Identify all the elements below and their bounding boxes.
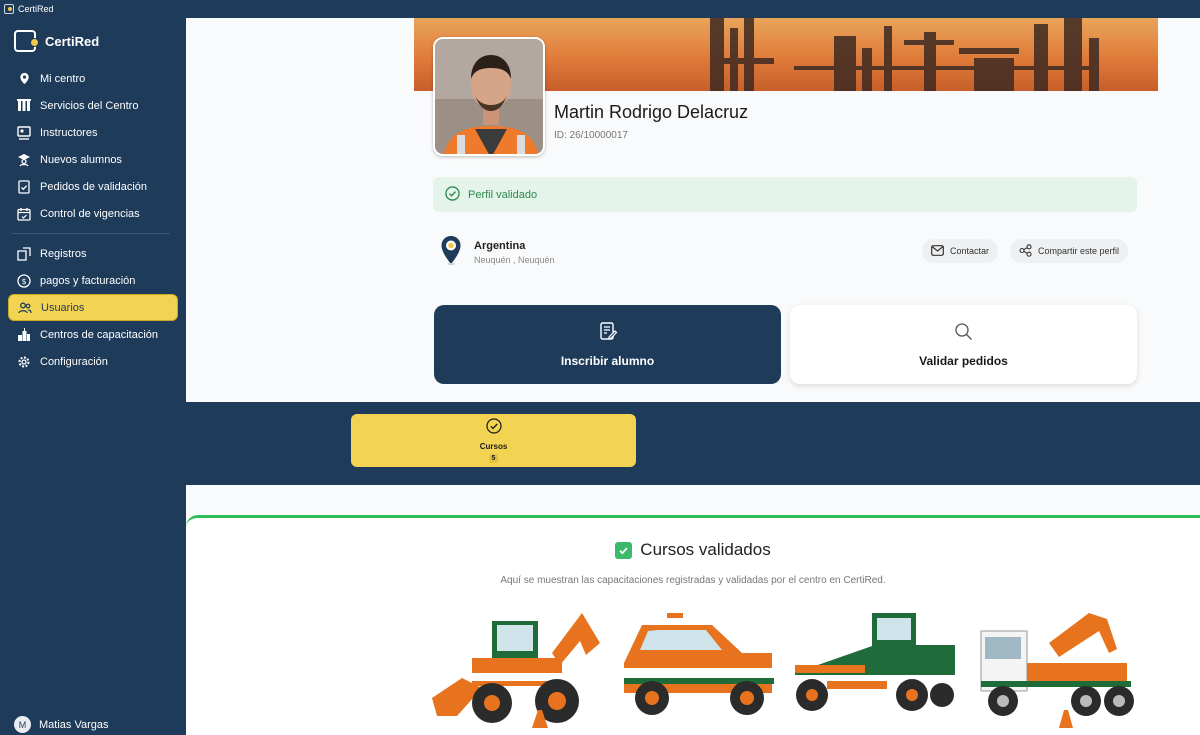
validate-requests-label: Validar pedidos — [919, 353, 1008, 368]
records-icon — [17, 246, 31, 261]
checkbox-checked-icon — [615, 541, 633, 559]
sidebar: CertiRed Mi centro Servicios del Centro … — [0, 18, 186, 735]
calendar-check-icon — [17, 207, 31, 221]
search-icon — [954, 322, 973, 344]
profile-id: ID: 26/10000017 — [554, 130, 628, 141]
new-students-icon — [17, 153, 31, 167]
enroll-student-button[interactable]: Inscribir alumno — [434, 305, 781, 384]
certired-logo-icon — [14, 30, 39, 52]
current-user[interactable]: M Matias Vargas — [14, 716, 109, 733]
share-icon — [1019, 243, 1032, 259]
profile-photo — [433, 37, 545, 156]
sidebar-item-label: Mi centro — [40, 72, 86, 85]
app-icon — [4, 4, 14, 14]
validated-courses-panel: Cursos validados Aquí se muestran las ca… — [186, 515, 1200, 735]
brand[interactable]: CertiRed — [14, 30, 99, 52]
share-profile-button[interactable]: Compartir este perfil — [1010, 239, 1129, 263]
sidebar-item-mi-centro[interactable]: Mi centro — [8, 65, 178, 92]
map-pin-icon — [440, 235, 462, 270]
sidebar-item-label: Control de vigencias — [40, 207, 140, 220]
sidebar-item-label: Pedidos de validación — [40, 180, 148, 193]
sidebar-item-label: Nuevos alumnos — [40, 153, 122, 166]
country: Argentina — [474, 240, 526, 252]
sidebar-item-centros-capacitacion[interactable]: Centros de capacitación — [8, 321, 178, 348]
courses-stat-label: Cursos — [479, 442, 508, 451]
sidebar-item-configuracion[interactable]: Configuración — [8, 348, 178, 375]
courses-stat-card[interactable]: Cursos 5 — [351, 414, 636, 467]
validate-requests-button[interactable]: Validar pedidos — [790, 305, 1137, 384]
svg-text:$: $ — [21, 277, 26, 286]
sidebar-item-label: Instructores — [40, 126, 98, 139]
users-icon — [18, 301, 32, 315]
validation-requests-icon — [17, 179, 31, 194]
avatar: M — [14, 716, 31, 733]
profile-section: Martin Rodrigo Delacruz ID: 26/10000017 … — [186, 18, 1200, 402]
section-subtitle: Aquí se muestran las capacitaciones regi… — [500, 575, 886, 586]
contact-label: Contactar — [950, 246, 990, 256]
course-card-crane-truck[interactable] — [971, 603, 1139, 728]
enroll-student-label: Inscribir alumno — [560, 354, 655, 368]
check-circle-icon — [485, 418, 502, 439]
location-info: Argentina Neuquén , Neuquén — [440, 235, 555, 270]
sidebar-item-label: Registros — [40, 247, 87, 260]
sidebar-item-servicios[interactable]: Servicios del Centro — [8, 92, 178, 119]
sidebar-item-label: Servicios del Centro — [40, 99, 139, 112]
title-bar: CertiRed — [0, 0, 1200, 18]
region: Neuquén , Neuquén — [474, 255, 555, 265]
sidebar-item-pedidos-validacion[interactable]: Pedidos de validación — [8, 173, 178, 200]
sidebar-item-label: Usuarios — [41, 301, 85, 314]
sidebar-item-label: Configuración — [40, 355, 108, 368]
course-card-grader[interactable] — [787, 603, 955, 728]
edit-document-icon — [598, 321, 618, 344]
training-centers-icon — [17, 327, 31, 342]
sidebar-item-nuevos-alumnos[interactable]: Nuevos alumnos — [8, 146, 178, 173]
share-label: Compartir este perfil — [1038, 246, 1120, 256]
contact-button[interactable]: Contactar — [922, 239, 999, 263]
sidebar-item-registros[interactable]: Registros — [8, 240, 178, 267]
gear-icon — [17, 355, 31, 369]
mail-icon — [931, 244, 944, 258]
validated-status-banner: Perfil validado — [433, 177, 1137, 212]
main-content: Martin Rodrigo Delacruz ID: 26/10000017 … — [186, 18, 1200, 735]
sidebar-item-pagos[interactable]: $ pagos y facturación — [8, 267, 178, 294]
user-name: Matias Vargas — [39, 718, 109, 731]
check-circle-icon — [445, 185, 460, 204]
sidebar-item-usuarios[interactable]: Usuarios — [8, 294, 178, 321]
profile-name: Martin Rodrigo Delacruz — [554, 102, 749, 122]
validated-courses-section: Cursos validados Aquí se muestran las ca… — [186, 485, 1200, 735]
sidebar-item-instructores[interactable]: Instructores — [8, 119, 178, 146]
sidebar-item-label: pagos y facturación — [40, 274, 136, 287]
courses-stat-count: 5 — [488, 454, 499, 463]
validated-status-text: Perfil validado — [468, 188, 538, 201]
location-pin-icon — [17, 72, 31, 86]
section-title: Cursos validados — [186, 540, 1200, 560]
instructors-icon — [17, 125, 31, 140]
course-card-backhoe[interactable] — [432, 603, 600, 728]
window-title: CertiRed — [18, 4, 54, 14]
brand-name: CertiRed — [45, 33, 100, 49]
services-icon — [17, 99, 31, 113]
course-card-pickup[interactable] — [612, 603, 780, 728]
dollar-icon: $ — [17, 273, 31, 288]
sidebar-nav-secondary: Registros $ pagos y facturación Usuarios… — [8, 240, 178, 375]
sidebar-nav-primary: Mi centro Servicios del Centro Instructo… — [8, 65, 178, 227]
sidebar-item-control-vigencias[interactable]: Control de vigencias — [8, 200, 178, 227]
section-title-text: Cursos validados — [640, 540, 771, 559]
sidebar-divider — [12, 233, 170, 234]
sidebar-item-label: Centros de capacitación — [40, 328, 159, 341]
